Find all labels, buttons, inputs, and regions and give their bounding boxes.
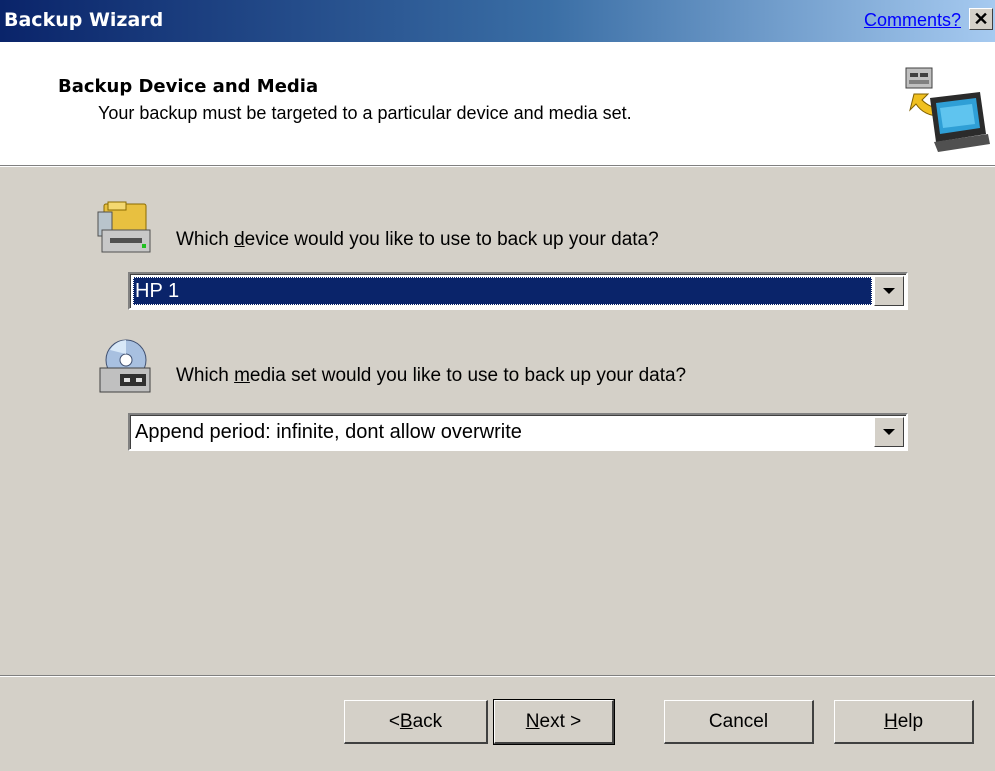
footer-divider [0, 675, 995, 677]
device-dropdown-button[interactable] [874, 276, 904, 306]
window-title: Backup Wizard [4, 9, 164, 31]
media-set-dropdown-button[interactable] [874, 417, 904, 447]
close-icon: ✕ [973, 8, 989, 29]
close-button[interactable]: ✕ [969, 8, 993, 30]
header-divider [0, 165, 995, 167]
backup-computer-icon [905, 67, 990, 152]
title-bar[interactable]: Backup Wizard Comments? ✕ [0, 0, 995, 42]
device-question-label: Which device would you like to use to ba… [176, 229, 659, 250]
page-title: Backup Device and Media [58, 76, 319, 97]
device-select[interactable]: HP 1 [128, 272, 908, 310]
wizard-header: Backup Device and Media Your backup must… [0, 42, 995, 166]
device-select-value[interactable]: HP 1 [133, 277, 872, 305]
media-set-select-value[interactable]: Append period: infinite, dont allow over… [133, 418, 872, 446]
media-set-select[interactable]: Append period: infinite, dont allow over… [128, 413, 908, 451]
chevron-down-icon [883, 429, 895, 435]
page-subtitle: Your backup must be targeted to a partic… [98, 103, 632, 123]
chevron-down-icon [883, 288, 895, 294]
backup-wizard-window: Backup Wizard Comments? ✕ Backup Device … [0, 0, 995, 771]
next-button[interactable]: Next > [493, 699, 615, 745]
comments-link[interactable]: Comments? [864, 10, 961, 31]
media-set-icon [99, 339, 151, 393]
back-button[interactable]: < Back [344, 700, 488, 744]
help-button[interactable]: Help [834, 700, 974, 744]
device-icon [97, 201, 151, 253]
media-question-label: Which media set would you like to use to… [176, 365, 687, 386]
cancel-button[interactable]: Cancel [664, 700, 814, 744]
